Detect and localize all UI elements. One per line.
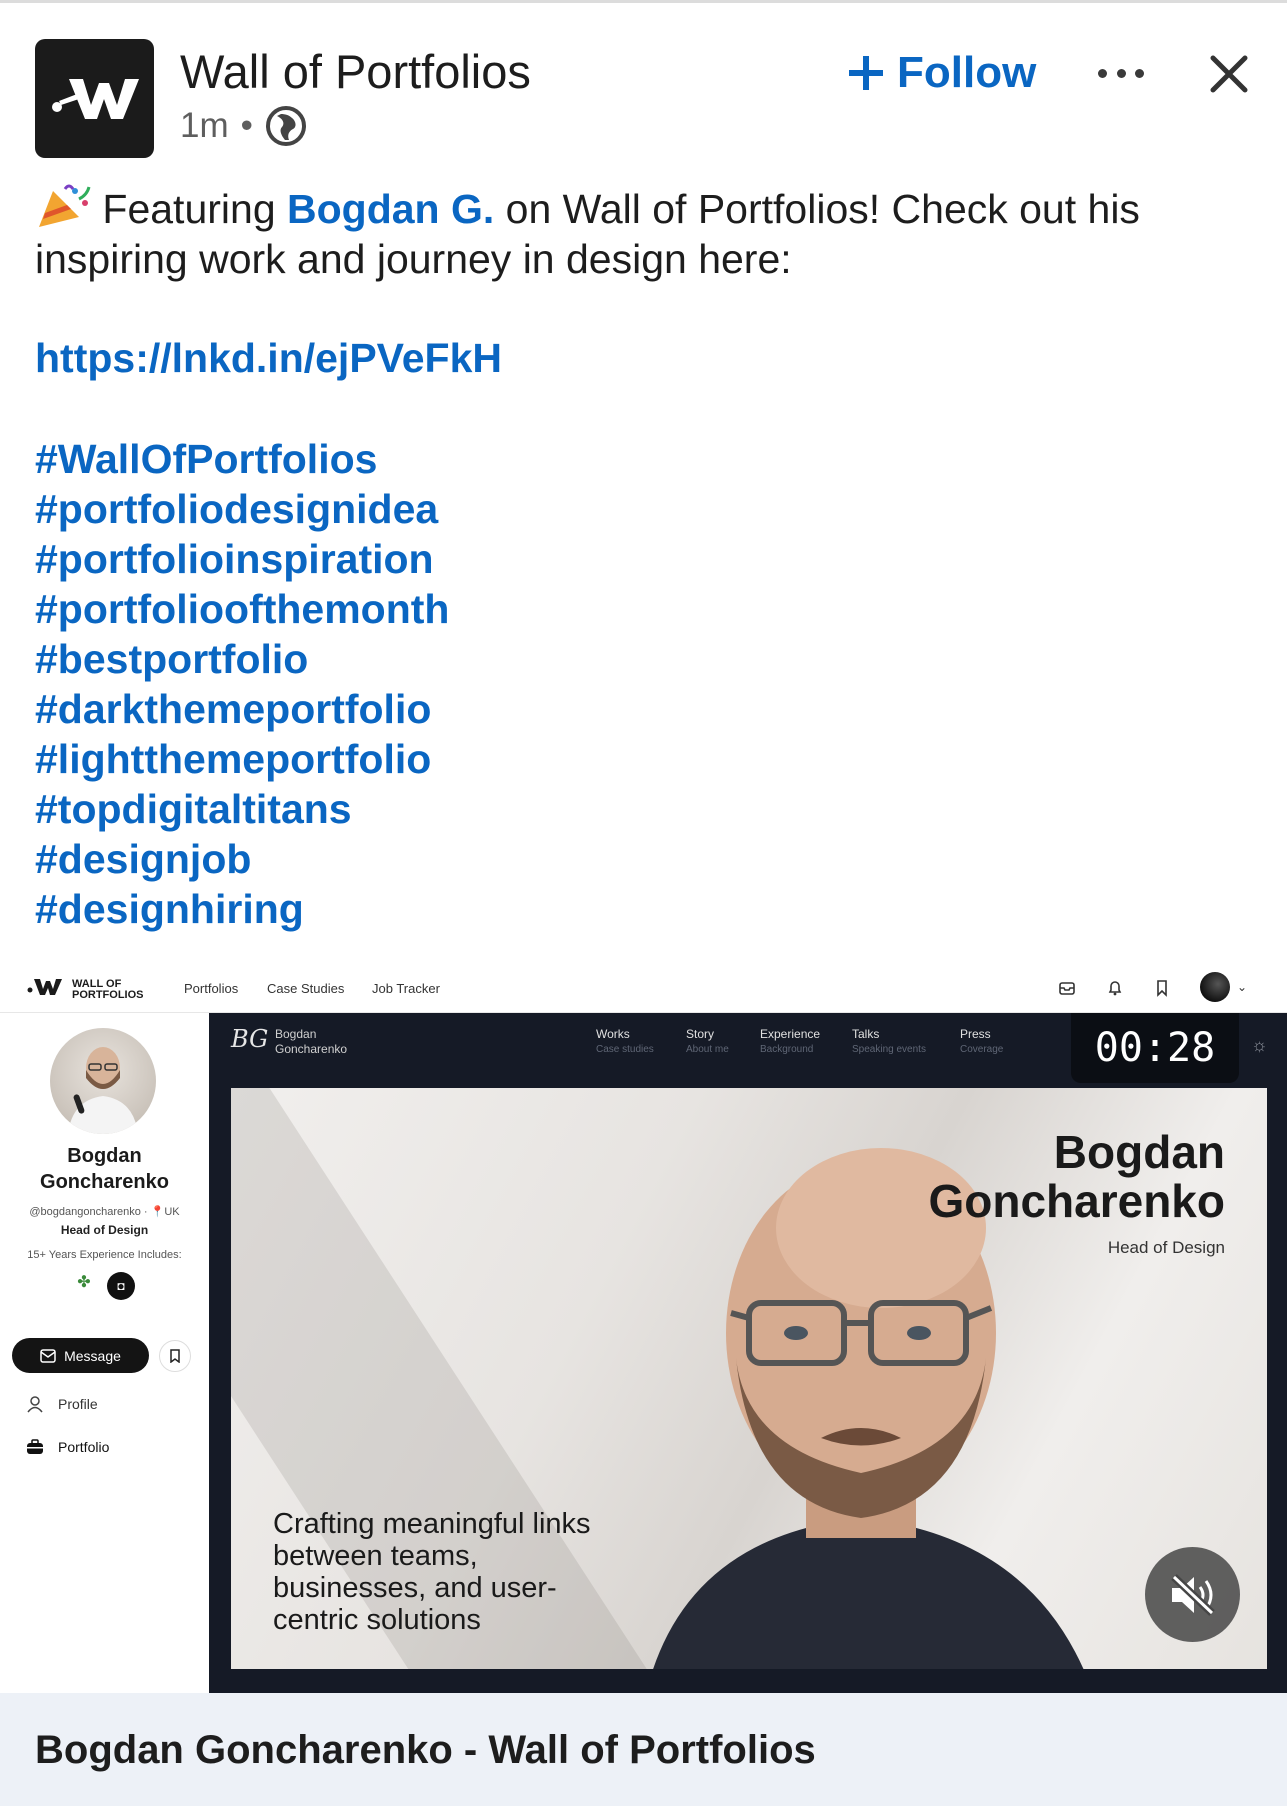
site-nav-job-tracker: Job Tracker (372, 981, 440, 996)
hashtag-list: #WallOfPortfolios #portfoliodesignidea #… (35, 434, 449, 934)
site-logo-icon (27, 979, 62, 995)
nav-title: Experience (760, 1027, 821, 1041)
author-name[interactable]: Wall of Portfolios (180, 44, 531, 99)
envelope-icon (40, 1348, 56, 1363)
clover-badge-icon: ✤ (74, 1273, 94, 1293)
profile-sidebar: Bogdan Goncharenko @bogdangoncharenko · … (0, 1013, 209, 1693)
sidebar-item-label: Profile (58, 1396, 98, 1412)
hero-name-line1: Bogdan (1053, 1126, 1225, 1178)
embedded-site-navbar: WALL OF PORTFOLIOS Portfolios Case Studi… (0, 955, 1287, 1013)
portfolio-hero: Bogdan Goncharenko Head of Design Crafti… (231, 1088, 1267, 1669)
more-button[interactable] (1098, 58, 1144, 88)
company-badge-icon: ◘ (107, 1272, 135, 1300)
briefcase-icon (27, 1439, 43, 1454)
nav-title: Talks (852, 1027, 880, 1041)
post-media-video[interactable]: WALL OF PORTFOLIOS Portfolios Case Studi… (0, 955, 1287, 1693)
post-meta: 1m • (180, 105, 307, 147)
portfolio-nav-works: Works Case studies (596, 1027, 654, 1055)
mention-link[interactable]: Bogdan G. (287, 186, 494, 232)
plus-icon (849, 56, 883, 90)
portfolio-logo: BG (231, 1025, 269, 1053)
hero-tagline: Crafting meaningful links between teams,… (273, 1508, 591, 1636)
bell-icon (1108, 981, 1122, 996)
nav-subtitle: About me (686, 1044, 729, 1055)
profile-experience: 15+ Years Experience Includes: (27, 1249, 182, 1261)
portfolio-nav-talks: Talks Speaking events (852, 1027, 926, 1055)
hashtag[interactable]: #portfolioinspiration (35, 534, 449, 584)
site-nav-case-studies: Case Studies (267, 981, 345, 996)
post-text: Featuring Bogdan G. on Wall of Portfolio… (35, 183, 1255, 284)
profile-handle: @bogdangoncharenko · 📍UK (29, 1206, 180, 1218)
portfolio-brand-line2: Goncharenko (275, 1042, 348, 1056)
post-text-start: Featuring (102, 186, 288, 232)
message-label: Message (64, 1347, 121, 1364)
portfolio-preview: BG Bogdan Goncharenko Works Case studies … (209, 1013, 1287, 1693)
profile-photo (50, 1028, 156, 1134)
nav-subtitle: Coverage (960, 1044, 1004, 1055)
profile-name: Bogdan Goncharenko (0, 1143, 209, 1195)
profile-name-line1: Bogdan (67, 1145, 142, 1167)
sidebar-item-portfolio: Portfolio (26, 1438, 109, 1456)
more-dot (1116, 68, 1126, 78)
meta-separator: • (240, 106, 253, 145)
site-logo-line2: PORTFOLIOS (72, 989, 144, 1001)
post-time: 1m (180, 106, 229, 145)
wall-of-portfolios-logo-icon (51, 78, 139, 119)
hero-name: Bogdan Goncharenko (928, 1128, 1225, 1226)
hero-role: Head of Design (1107, 1238, 1225, 1257)
profile-photo-figure (68, 1047, 138, 1134)
nav-title: Press (960, 1027, 991, 1041)
hashtag[interactable]: #portfolioofthemonth (35, 584, 449, 634)
sidebar-item-profile: Profile (26, 1395, 98, 1413)
hashtag[interactable]: #lightthemeportfolio (35, 734, 449, 784)
site-logo-text: WALL OF PORTFOLIOS (72, 979, 152, 1001)
site-nav-portfolios: Portfolios (184, 981, 239, 996)
hashtag[interactable]: #portfoliodesignidea (35, 484, 449, 534)
company-logo[interactable] (35, 39, 154, 158)
user-avatar (1200, 972, 1230, 1002)
nav-title: Story (686, 1027, 715, 1041)
link-preview-caption[interactable]: Bogdan Goncharenko - Wall of Portfolios (0, 1693, 1287, 1806)
bookmark-icon (1157, 980, 1167, 997)
portfolio-nav-experience: Experience Background (760, 1027, 820, 1055)
close-icon[interactable] (1207, 52, 1251, 96)
muted-speaker-icon (1170, 1573, 1215, 1616)
nav-subtitle: Background (760, 1044, 814, 1055)
follow-label: Follow (897, 48, 1037, 97)
hashtag[interactable]: #designhiring (35, 884, 449, 934)
profile-role: Head of Design (60, 1223, 149, 1237)
portfolio-brand-line1: Bogdan (275, 1027, 317, 1041)
profile-name-line2: Goncharenko (40, 1171, 169, 1193)
post-link[interactable]: https://lnkd.in/ejPVeFkH (35, 335, 502, 382)
globe-icon (265, 106, 306, 146)
more-dot (1135, 68, 1144, 78)
nav-subtitle: Case studies (596, 1044, 654, 1055)
hashtag[interactable]: #topdigitaltitans (35, 784, 449, 834)
hashtag[interactable]: #darkthemeportfolio (35, 684, 449, 734)
chevron-down-icon: ⌄ (1237, 980, 1248, 994)
sun-icon: ☼ (1251, 1035, 1268, 1055)
bookmark-icon (170, 1349, 180, 1363)
hashtag[interactable]: #bestportfolio (35, 634, 449, 684)
video-timer: 00:28 (1071, 1013, 1239, 1083)
portfolio-nav-story: Story About me (686, 1027, 729, 1055)
link-preview-title: Bogdan Goncharenko - Wall of Portfolios (35, 1728, 816, 1772)
nav-title: Works (596, 1027, 630, 1041)
party-popper-emoji-icon (39, 184, 91, 227)
save-profile-button (159, 1340, 191, 1372)
sidebar-item-label: Portfolio (58, 1439, 110, 1455)
hashtag[interactable]: #WallOfPortfolios (35, 434, 449, 484)
mute-toggle-button[interactable] (1145, 1547, 1240, 1642)
inbox-icon (1059, 982, 1075, 995)
hashtag[interactable]: #designjob (35, 834, 449, 884)
message-button: Message (12, 1338, 149, 1373)
portfolio-nav-press: Press Coverage (960, 1027, 1003, 1055)
more-icon (1098, 68, 1107, 78)
follow-button[interactable]: Follow (847, 48, 1036, 98)
nav-subtitle: Speaking events (852, 1044, 926, 1055)
person-icon (27, 1396, 43, 1413)
top-divider (0, 0, 1287, 3)
hero-name-line2: Goncharenko (928, 1175, 1225, 1227)
portfolio-brand: Bogdan Goncharenko (275, 1027, 347, 1057)
